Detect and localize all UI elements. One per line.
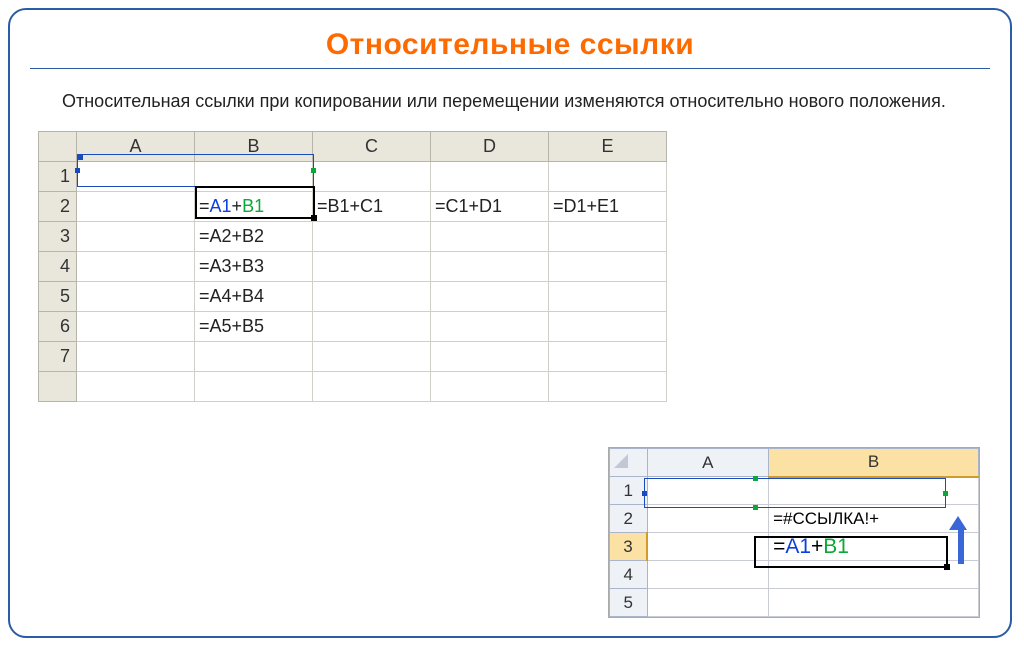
cell-b2[interactable]: =A1+B1 [195, 192, 313, 222]
cell-c5[interactable] [313, 282, 431, 312]
slide-frame: Относительные ссылки Относительная ссылк… [8, 8, 1012, 638]
corner-cell[interactable] [39, 132, 77, 162]
cell-e6[interactable] [549, 312, 667, 342]
formula-ref2: B1 [242, 196, 264, 216]
formula-plus: + [232, 196, 243, 216]
inset-row-2[interactable]: 2 [610, 505, 648, 533]
inset-formula-ref2: B1 [823, 535, 849, 558]
inset-formula-ref1: A1 [785, 535, 811, 558]
inset-cell-b5[interactable] [769, 589, 979, 617]
col-head-d[interactable]: D [431, 132, 549, 162]
inset-row-1[interactable]: 1 [610, 477, 648, 505]
row-head-8[interactable] [39, 372, 77, 402]
cell-a6[interactable] [77, 312, 195, 342]
page-title: Относительные ссылки [10, 28, 1010, 62]
formula-eq: = [199, 196, 210, 216]
inset-cell-a4[interactable] [647, 561, 769, 589]
description-text: Относительная ссылки при копировании или… [62, 89, 1010, 113]
inset-cell-b2[interactable]: =#ССЫЛКА!+ [769, 505, 979, 533]
cell-c1[interactable] [313, 162, 431, 192]
cell-c4[interactable] [313, 252, 431, 282]
row-head-7[interactable]: 7 [39, 342, 77, 372]
inset-cell-b1[interactable] [769, 477, 979, 505]
inset-row-5[interactable]: 5 [610, 589, 648, 617]
cell-a2[interactable] [77, 192, 195, 222]
row-head-1[interactable]: 1 [39, 162, 77, 192]
cell-b4[interactable]: =A3+B3 [195, 252, 313, 282]
row-head-3[interactable]: 3 [39, 222, 77, 252]
inset-fill-handle[interactable] [944, 564, 950, 570]
cell-c6[interactable] [313, 312, 431, 342]
cell-b1[interactable] [195, 162, 313, 192]
cell-c2[interactable]: =B1+C1 [313, 192, 431, 222]
cell-d3[interactable] [431, 222, 549, 252]
main-spreadsheet-area: A B C D E 1 2 =A1+B1 =B1+C1 [38, 131, 688, 402]
up-arrow-icon [955, 516, 967, 564]
cell-a3[interactable] [77, 222, 195, 252]
fill-handle[interactable] [311, 215, 317, 221]
col-head-c[interactable]: C [313, 132, 431, 162]
inset-cell-a3[interactable] [647, 533, 769, 561]
cell-d2[interactable]: =C1+D1 [431, 192, 549, 222]
cell-b5[interactable]: =A4+B4 [195, 282, 313, 312]
inset-spreadsheet: A B 1 2 =#ССЫЛКА!+ 3 =A1+B1 4 [609, 448, 979, 617]
cell-c3[interactable] [313, 222, 431, 252]
cell-e5[interactable] [549, 282, 667, 312]
cell-b6[interactable]: =A5+B5 [195, 312, 313, 342]
cell-a7[interactable] [77, 342, 195, 372]
cell-b3[interactable]: =A2+B2 [195, 222, 313, 252]
cell-e2[interactable]: =D1+E1 [549, 192, 667, 222]
title-underline [30, 68, 990, 69]
col-head-b[interactable]: B [195, 132, 313, 162]
cell-e7[interactable] [549, 342, 667, 372]
cell-a5[interactable] [77, 282, 195, 312]
inset-row-4[interactable]: 4 [610, 561, 648, 589]
cell-e4[interactable] [549, 252, 667, 282]
inset-formula-eq: = [773, 535, 785, 558]
row-head-5[interactable]: 5 [39, 282, 77, 312]
cell-d1[interactable] [431, 162, 549, 192]
cell-a1[interactable] [77, 162, 195, 192]
col-head-e[interactable]: E [549, 132, 667, 162]
col-head-a[interactable]: A [77, 132, 195, 162]
inset-cell-a5[interactable] [647, 589, 769, 617]
cell-d6[interactable] [431, 312, 549, 342]
inset-cell-a2[interactable] [647, 505, 769, 533]
row-head-6[interactable]: 6 [39, 312, 77, 342]
cell-a4[interactable] [77, 252, 195, 282]
row-head-4[interactable]: 4 [39, 252, 77, 282]
inset-corner[interactable] [610, 449, 648, 477]
cell-c7[interactable] [313, 342, 431, 372]
cell-b7[interactable] [195, 342, 313, 372]
cell-d5[interactable] [431, 282, 549, 312]
inset-cell-a1[interactable] [647, 477, 769, 505]
inset-row-3[interactable]: 3 [610, 533, 648, 561]
row-head-2[interactable]: 2 [39, 192, 77, 222]
inset-spreadsheet-area: A B 1 2 =#ССЫЛКА!+ 3 =A1+B1 4 [608, 447, 980, 618]
formula-ref1: A1 [210, 196, 232, 216]
cell-e3[interactable] [549, 222, 667, 252]
select-all-icon [614, 454, 628, 468]
cell-d7[interactable] [431, 342, 549, 372]
cell-d4[interactable] [431, 252, 549, 282]
main-spreadsheet: A B C D E 1 2 =A1+B1 =B1+C1 [38, 131, 667, 402]
inset-col-a[interactable]: A [647, 449, 769, 477]
inset-cell-b3[interactable]: =A1+B1 [769, 533, 979, 561]
cell-e1[interactable] [549, 162, 667, 192]
inset-col-b[interactable]: B [769, 449, 979, 477]
inset-formula-plus: + [811, 535, 823, 558]
